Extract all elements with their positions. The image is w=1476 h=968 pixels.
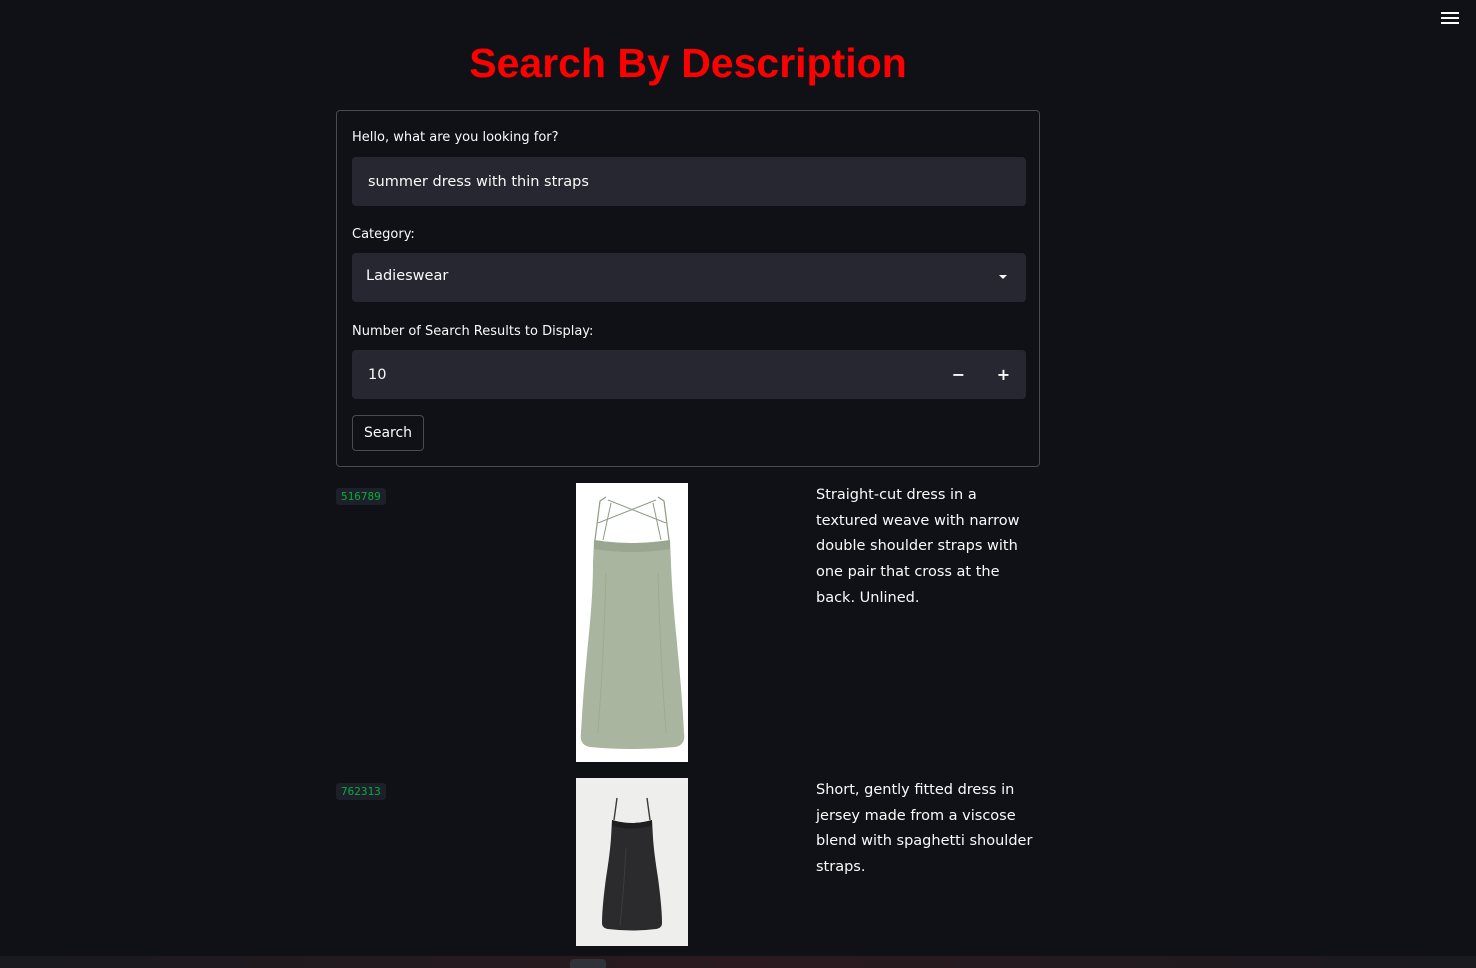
category-label: Category:	[352, 227, 415, 242]
result-count-field: − +	[352, 350, 1026, 399]
product-description: Short, gently fitted dress in jersey mad…	[816, 782, 1033, 876]
scroll-handle[interactable]	[570, 959, 606, 968]
result-item: 516789 Straight-cut dress in a textured …	[336, 483, 1040, 763]
article-id-badge: 516789	[336, 488, 386, 505]
product-image-green-dress	[576, 483, 688, 762]
result-count-label: Number of Search Results to Display:	[352, 324, 594, 339]
query-label: Hello, what are you looking for?	[352, 130, 559, 145]
category-select[interactable]: Ladieswear	[352, 253, 1026, 302]
result-count-input[interactable]	[352, 350, 1026, 399]
bottom-bar	[0, 956, 1476, 968]
search-form: Hello, what are you looking for? Categor…	[336, 110, 1040, 467]
caret-down-icon	[999, 275, 1007, 279]
query-input[interactable]	[352, 157, 1026, 206]
article-id-badge: 762313	[336, 783, 386, 800]
main-menu-button[interactable]	[1441, 10, 1459, 26]
category-selected-value: Ladieswear	[366, 268, 449, 284]
result-item: 762313 Short, gently fitted dress in jer…	[336, 778, 1040, 948]
decrement-button[interactable]: −	[936, 350, 981, 399]
hamburger-icon	[1441, 12, 1459, 14]
page-title: Search By Description	[469, 40, 907, 86]
product-description: Straight-cut dress in a textured weave w…	[816, 487, 1020, 606]
product-image-black-dress	[576, 778, 688, 946]
hamburger-icon-line	[1441, 22, 1459, 24]
hamburger-icon-line	[1441, 17, 1459, 19]
query-field-wrapper	[352, 157, 1026, 206]
increment-button[interactable]: +	[981, 350, 1026, 399]
search-button[interactable]: Search	[352, 415, 424, 451]
